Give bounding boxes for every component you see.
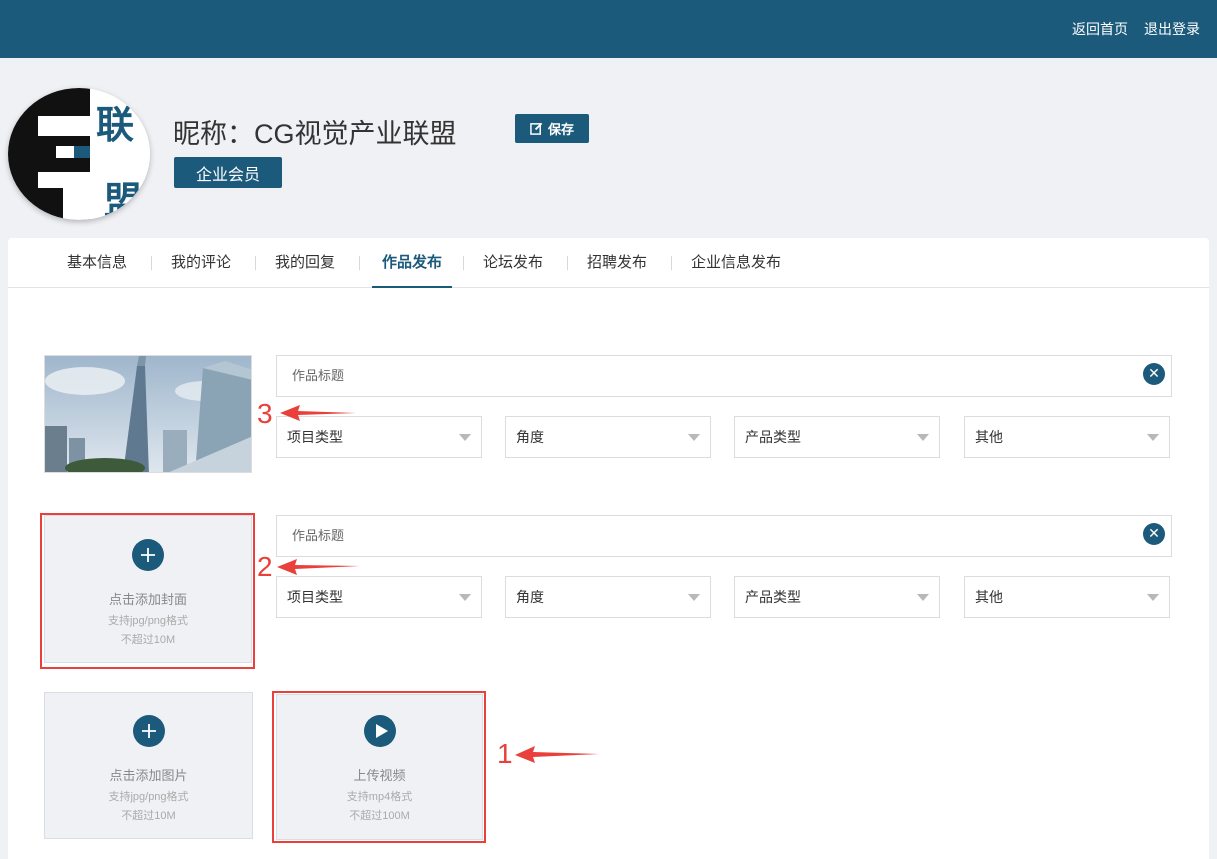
annotation-arrow-3 xyxy=(280,405,356,421)
annotation-arrow-1 xyxy=(515,746,599,763)
annotation-arrows xyxy=(277,405,599,763)
annotation-arrow-2 xyxy=(277,559,360,575)
